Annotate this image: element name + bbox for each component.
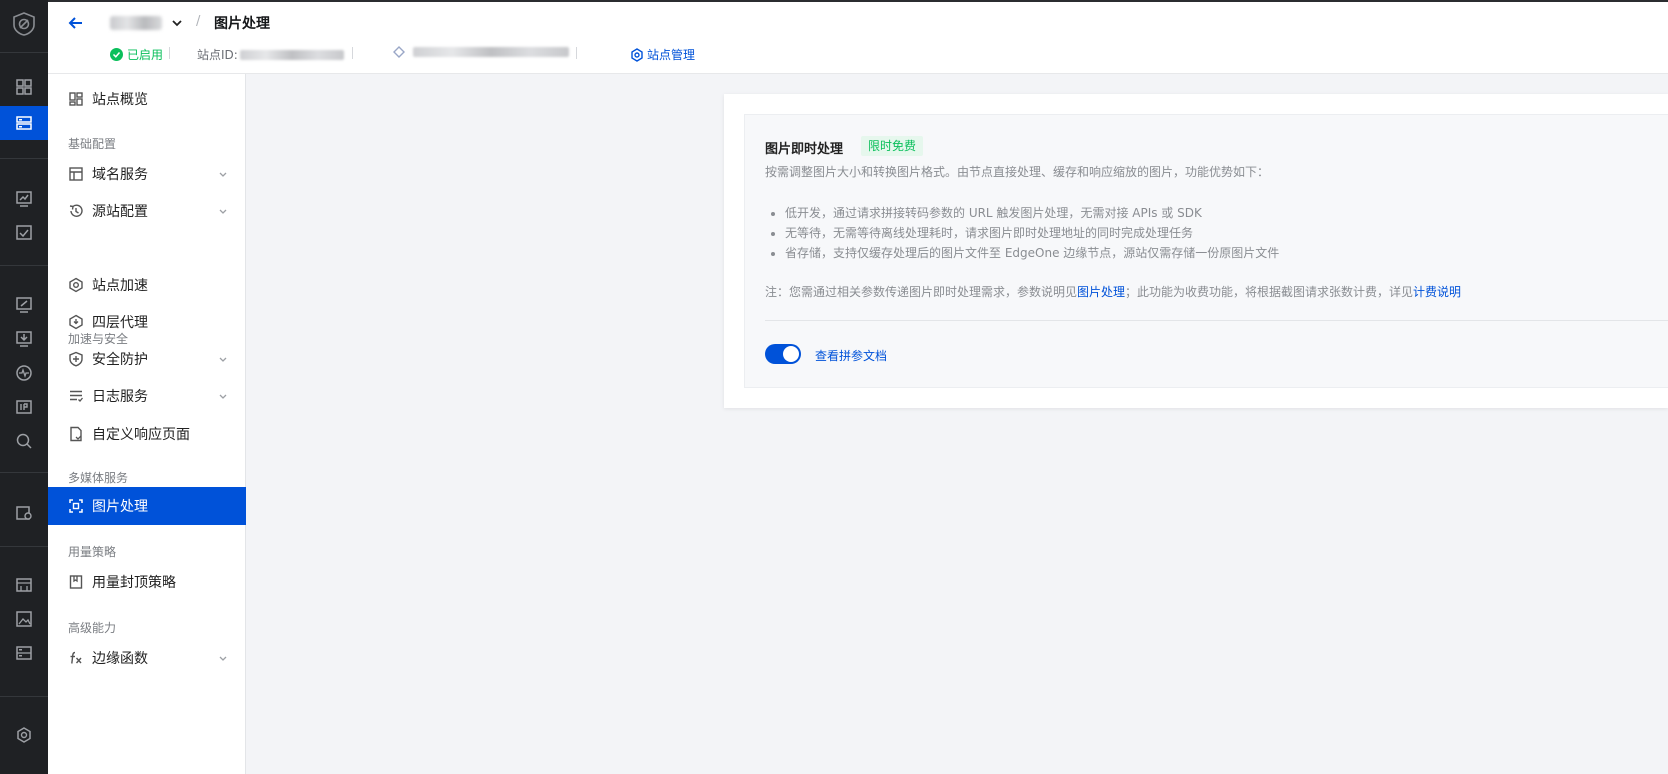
sidebar-item-label: 域名服务	[92, 167, 148, 183]
sidebar-item-acceleration[interactable]: 站点加速	[48, 266, 246, 304]
sidebar-item-label: 自定义响应页面	[92, 427, 190, 443]
image-processing-doc-link[interactable]: 图片处理	[1077, 285, 1125, 299]
sidebar-item-custom-page[interactable]: 自定义响应页面	[48, 415, 246, 453]
free-tag: 限时免费	[861, 136, 924, 156]
sidebar-item-image-processing[interactable]: 图片处理	[48, 487, 246, 525]
rail-download-icon[interactable]	[0, 322, 48, 356]
site-manage-label: 站点管理	[647, 48, 696, 62]
sidebar-item-domain[interactable]: 域名服务	[48, 155, 246, 193]
chevron-down-icon	[219, 209, 227, 214]
chevron-down-icon	[219, 394, 227, 399]
domain-icon	[68, 166, 84, 182]
list-item: 无等待，无需等待离线处理耗时，请求图片即时处理地址的同时完成处理任务	[785, 223, 1279, 243]
back-arrow-icon[interactable]	[66, 13, 86, 33]
rail-certificate-icon[interactable]	[0, 496, 48, 530]
site-name-redacted[interactable]	[110, 16, 162, 30]
feature-panel: 图片即时处理 限时免费 按需调整图片大小和转换图片格式。由节点直接处理、缓存和响…	[744, 114, 1668, 388]
feature-description: 按需调整图片大小和转换图片格式。由节点直接处理、缓存和响应缩放的图片，功能优势如…	[765, 165, 1270, 179]
left-rail	[0, 0, 48, 774]
toggle-knob	[783, 346, 799, 362]
rail-image-icon[interactable]	[0, 602, 48, 636]
sidebar-item-label: 日志服务	[92, 389, 148, 405]
divider	[576, 47, 577, 59]
top-border	[48, 0, 1668, 2]
bookmark-icon	[68, 574, 84, 590]
rail-billing-icon[interactable]	[0, 568, 48, 602]
list-item: 低开发，通过请求拼接转码参数的 URL 触发图片处理，无需对接 APIs 或 S…	[785, 203, 1279, 223]
feature-toggle[interactable]	[765, 344, 801, 364]
proxy-icon	[68, 314, 84, 330]
breadcrumb-separator: /	[196, 14, 201, 29]
nav-group-advanced: 高级能力	[68, 621, 117, 635]
plan-info	[393, 46, 569, 58]
feature-note: 注：您需通过相关参数传递图片即时处理需求，参数说明见图片处理；此功能为收费功能，…	[765, 283, 1461, 300]
rail-ip-icon[interactable]	[0, 390, 48, 424]
function-icon	[68, 650, 84, 666]
acceleration-icon	[68, 277, 84, 293]
chevron-down-icon	[219, 656, 227, 661]
feature-bullets: 低开发，通过请求拼接转码参数的 URL 触发图片处理，无需对接 APIs 或 S…	[785, 203, 1279, 263]
nav-group-basic: 基础配置	[68, 137, 117, 151]
divider	[352, 47, 353, 59]
site-id-value-redacted	[239, 49, 344, 60]
site-id-label: 站点ID:	[197, 48, 238, 62]
log-list-icon	[68, 388, 84, 404]
plan-value-redacted	[413, 47, 569, 57]
sidebar-item-label: 四层代理	[92, 315, 148, 331]
status-badge: 已启用	[110, 46, 163, 63]
rail-monitor-icon[interactable]	[0, 182, 48, 216]
sidebar-item-label: 安全防护	[92, 352, 148, 368]
sidebar-item-edge-functions[interactable]: 边缘函数	[48, 639, 246, 677]
image-processing-icon	[68, 498, 84, 514]
divider	[765, 320, 1668, 321]
rail-analytics-icon[interactable]	[0, 288, 48, 322]
sidebar-item-overview[interactable]: 站点概览	[48, 80, 246, 118]
rail-server-icon[interactable]	[0, 636, 48, 670]
site-id: 站点ID:	[197, 46, 344, 63]
chevron-down-icon[interactable]	[170, 16, 184, 30]
image-processing-card: 图片即时处理 限时免费 按需调整图片大小和转换图片格式。由节点直接处理、缓存和响…	[724, 94, 1668, 408]
sidebar-item-l4-proxy[interactable]: 四层代理	[48, 303, 246, 341]
rail-search-icon[interactable]	[0, 424, 48, 458]
sidebar-item-label: 图片处理	[92, 499, 148, 515]
chevron-down-icon	[219, 357, 227, 362]
diamond-icon	[393, 46, 405, 58]
rail-health-icon[interactable]	[0, 356, 48, 390]
page-title: 图片处理	[214, 16, 270, 32]
sidebar-item-origin[interactable]: 源站配置	[48, 192, 246, 230]
page-icon	[68, 426, 84, 442]
site-manage-link[interactable]: 站点管理	[630, 46, 695, 63]
sidebar-item-logs[interactable]: 日志服务	[48, 377, 246, 415]
sidebar-item-label: 源站配置	[92, 204, 148, 220]
nav-group-usage: 用量策略	[68, 545, 117, 559]
sidebar-item-label: 边缘函数	[92, 651, 148, 667]
sidebar-item-label: 站点加速	[92, 278, 148, 294]
grid-icon	[68, 91, 84, 107]
rail-security-icon[interactable]	[0, 216, 48, 250]
note-text: 注：您需通过相关参数传递图片即时处理需求，参数说明见	[765, 285, 1078, 299]
feature-title: 图片即时处理	[765, 142, 844, 157]
nav-group-media: 多媒体服务	[68, 471, 129, 485]
list-item: 省存储，支持仅缓存处理后的图片文件至 EdgeOne 边缘节点，源站仅需存储一份…	[785, 243, 1279, 263]
view-doc-link[interactable]: 查看拼参文档	[815, 347, 887, 364]
sidebar-item-label: 用量封顶策略	[92, 575, 176, 591]
chevron-down-icon	[219, 172, 227, 177]
sidebar: 站点概览 基础配置 域名服务 源站配置 加速与安全 站点加速 四层代理 安全防护	[48, 74, 246, 774]
status-text: 已启用	[127, 48, 164, 62]
shield-icon	[68, 351, 84, 367]
sidebar-item-usage-cap[interactable]: 用量封顶策略	[48, 563, 246, 601]
gear-icon	[631, 47, 643, 62]
note-text: ；此功能为收费功能，将根据截图请求张数计费，详见	[1125, 285, 1414, 299]
billing-doc-link[interactable]: 计费说明	[1413, 285, 1461, 299]
page-header: / 图片处理 已启用 站点ID: 站点管理	[48, 0, 1668, 74]
edgeone-logo-icon[interactable]	[11, 11, 37, 37]
divider	[169, 47, 170, 59]
history-icon	[68, 203, 84, 219]
sidebar-item-label: 站点概览	[92, 92, 148, 108]
rail-dashboard-icon[interactable]	[0, 70, 48, 104]
check-circle-icon	[110, 48, 123, 61]
sidebar-item-security[interactable]: 安全防护	[48, 340, 246, 378]
rail-site-list-icon[interactable]	[0, 106, 48, 140]
rail-settings-icon[interactable]	[0, 718, 48, 752]
